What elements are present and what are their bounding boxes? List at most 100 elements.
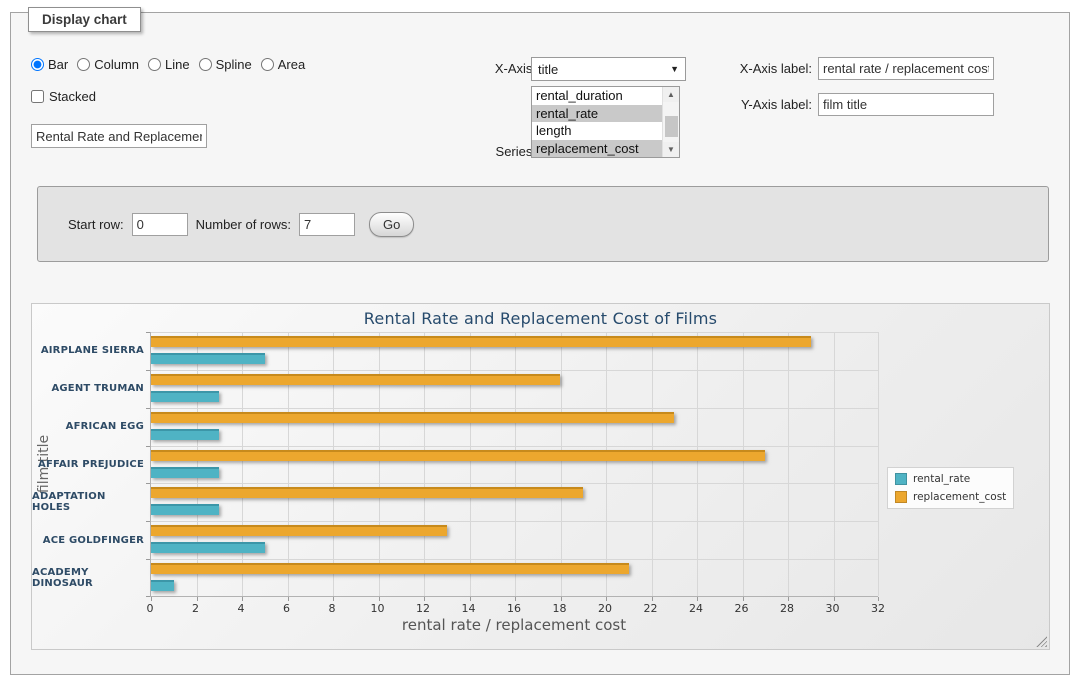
- legend-item-replacement_cost[interactable]: replacement_cost: [895, 491, 1006, 503]
- gridline: [151, 408, 878, 409]
- chart-type-radio-area[interactable]: [261, 58, 274, 71]
- bar-replacement_cost[interactable]: [151, 487, 583, 498]
- x-tick-label: 0: [147, 602, 154, 615]
- series-listbox[interactable]: rental_durationrental_ratelengthreplacem…: [531, 86, 680, 158]
- bar-rental_rate[interactable]: [151, 391, 219, 402]
- series-option-replacement_cost[interactable]: replacement_cost: [532, 140, 679, 158]
- start-row-label: Start row:: [68, 217, 124, 232]
- x-axis-select[interactable]: title ▼: [531, 57, 686, 81]
- number-of-rows-input[interactable]: [299, 213, 355, 236]
- gridline: [151, 483, 878, 484]
- x-axis-label-field-label: X-Axis label:: [716, 61, 812, 76]
- axis-tick: [146, 408, 150, 409]
- bar-rental_rate[interactable]: [151, 467, 219, 478]
- bar-rental_rate[interactable]: [151, 542, 265, 553]
- x-tick-label: 26: [735, 602, 749, 615]
- legend-label: replacement_cost: [913, 491, 1006, 503]
- axis-tick: [834, 597, 835, 601]
- series-option-rental_duration[interactable]: rental_duration: [532, 87, 679, 105]
- bar-rental_rate[interactable]: [151, 429, 219, 440]
- series-option-rental_rate[interactable]: rental_rate: [532, 105, 679, 123]
- axis-tick: [470, 597, 471, 601]
- gridline: [151, 370, 878, 371]
- gridline: [242, 332, 243, 596]
- gridline: [878, 332, 879, 596]
- number-of-rows-label: Number of rows:: [196, 217, 291, 232]
- x-tick-label: 14: [462, 602, 476, 615]
- page: Display chart Bar Column Line Spline Area St…: [0, 0, 1081, 681]
- bar-rental_rate[interactable]: [151, 580, 174, 591]
- series-list-scrollbar[interactable]: ▲ ▼: [662, 87, 679, 157]
- axis-tick: [146, 370, 150, 371]
- x-axis-title: rental rate / replacement cost: [150, 616, 878, 634]
- start-row-input[interactable]: [132, 213, 188, 236]
- bar-replacement_cost[interactable]: [151, 563, 629, 574]
- chart-type-radio-column[interactable]: [77, 58, 90, 71]
- axis-tick: [146, 446, 150, 447]
- legend-swatch-icon: [895, 491, 907, 503]
- stacked-checkbox[interactable]: [31, 90, 44, 103]
- x-tick-label: 12: [416, 602, 430, 615]
- gridline: [151, 332, 878, 333]
- stacked-option[interactable]: Stacked: [31, 89, 96, 104]
- bar-replacement_cost[interactable]: [151, 374, 560, 385]
- axis-tick: [788, 597, 789, 601]
- chart-type-option-spline[interactable]: Spline: [199, 57, 252, 72]
- bar-replacement_cost[interactable]: [151, 336, 811, 347]
- chart-type-option-line[interactable]: Line: [148, 57, 190, 72]
- axis-tick: [697, 597, 698, 601]
- axis-tick: [197, 597, 198, 601]
- axis-tick: [333, 597, 334, 601]
- gridline: [788, 332, 789, 596]
- scroll-down-icon[interactable]: ▼: [663, 142, 679, 157]
- x-tick-label: 20: [598, 602, 612, 615]
- panel-legend: Display chart: [28, 7, 141, 32]
- gridline: [151, 521, 878, 522]
- bar-replacement_cost[interactable]: [151, 412, 674, 423]
- x-axis-select-label: X-Axis:: [451, 61, 536, 76]
- gridline: [379, 332, 380, 596]
- category-label: ADAPTATION HOLES: [32, 483, 144, 521]
- scrollbar-thumb[interactable]: [665, 116, 678, 137]
- category-label: AFFAIR PREJUDICE: [32, 446, 144, 484]
- stacked-label: Stacked: [49, 89, 96, 104]
- chart-title-input[interactable]: [31, 124, 207, 148]
- legend-item-rental_rate[interactable]: rental_rate: [895, 473, 1006, 485]
- resize-handle-icon[interactable]: [1036, 636, 1047, 647]
- axis-tick: [151, 597, 152, 601]
- bar-rental_rate[interactable]: [151, 353, 265, 364]
- x-tick-label: 18: [553, 602, 567, 615]
- gridline: [424, 332, 425, 596]
- bar-rental_rate[interactable]: [151, 504, 219, 515]
- y-axis-label-input[interactable]: [818, 93, 994, 116]
- axis-tick: [379, 597, 380, 601]
- chart-legend: rental_rate replacement_cost: [887, 467, 1014, 509]
- gridline: [151, 559, 878, 560]
- gridline: [333, 332, 334, 596]
- chart-type-radio-spline[interactable]: [199, 58, 212, 71]
- bar-replacement_cost[interactable]: [151, 450, 765, 461]
- chart-type-option-area[interactable]: Area: [261, 57, 305, 72]
- gridline: [652, 332, 653, 596]
- chart-type-radio-group: Bar Column Line Spline Area: [31, 57, 305, 72]
- gridline: [697, 332, 698, 596]
- chart-type-radio-bar[interactable]: [31, 58, 44, 71]
- x-axis-select-value: title: [538, 62, 558, 77]
- bar-replacement_cost[interactable]: [151, 525, 447, 536]
- category-label: AGENT TRUMAN: [32, 370, 144, 408]
- chart-type-option-bar[interactable]: Bar: [31, 57, 68, 72]
- x-tick-label: 4: [238, 602, 245, 615]
- category-label: ACE GOLDFINGER: [32, 521, 144, 559]
- scroll-up-icon[interactable]: ▲: [663, 87, 679, 102]
- series-option-length[interactable]: length: [532, 122, 679, 140]
- axis-tick: [743, 597, 744, 601]
- category-label: ACADEMY DINOSAUR: [32, 559, 144, 597]
- axis-tick: [146, 559, 150, 560]
- x-tick-label: 22: [644, 602, 658, 615]
- chart-type-option-column[interactable]: Column: [77, 57, 139, 72]
- chart-type-radio-line[interactable]: [148, 58, 161, 71]
- x-axis-label-input[interactable]: [818, 57, 994, 80]
- go-button[interactable]: Go: [369, 212, 414, 237]
- legend-label: rental_rate: [913, 473, 970, 485]
- gridline: [470, 332, 471, 596]
